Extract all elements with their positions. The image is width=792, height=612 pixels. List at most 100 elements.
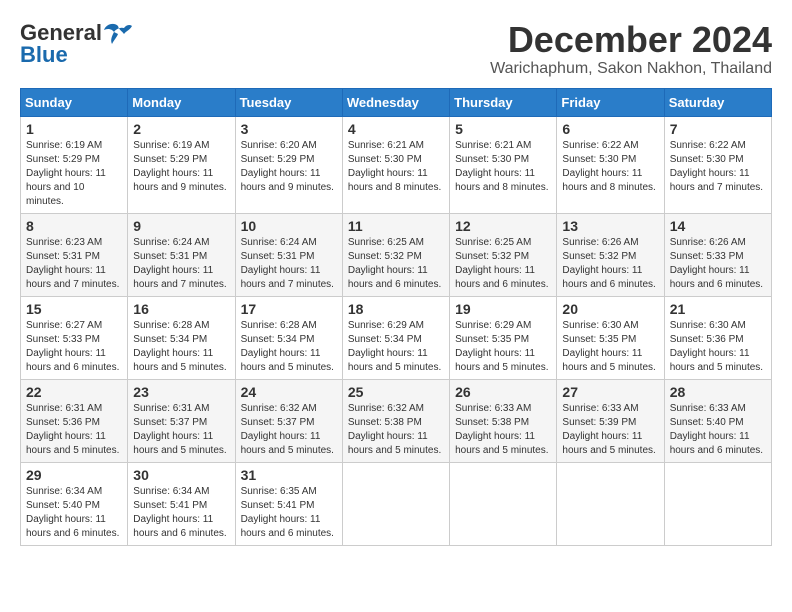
day-info: Sunrise: 6:30 AM Sunset: 5:35 PM Dayligh… <box>562 319 658 375</box>
sunrise-label: Sunrise: 6:21 AM <box>455 140 531 151</box>
sunset-label: Sunset: 5:38 PM <box>455 417 529 428</box>
sunset-label: Sunset: 5:29 PM <box>241 154 315 165</box>
day-number: 10 <box>241 218 337 234</box>
day-info: Sunrise: 6:24 AM Sunset: 5:31 PM Dayligh… <box>241 236 337 292</box>
day-info: Sunrise: 6:33 AM Sunset: 5:38 PM Dayligh… <box>455 402 551 458</box>
sunset-label: Sunset: 5:37 PM <box>241 417 315 428</box>
table-row: 2 Sunrise: 6:19 AM Sunset: 5:29 PM Dayli… <box>128 116 235 213</box>
day-info: Sunrise: 6:20 AM Sunset: 5:29 PM Dayligh… <box>241 139 337 195</box>
table-row: 13 Sunrise: 6:26 AM Sunset: 5:32 PM Dayl… <box>557 213 664 296</box>
daylight-label: Daylight hours: 11 hours and 6 minutes. <box>562 265 655 290</box>
sunrise-label: Sunrise: 6:31 AM <box>26 403 102 414</box>
sunrise-label: Sunrise: 6:25 AM <box>348 237 424 248</box>
sunrise-label: Sunrise: 6:24 AM <box>133 237 209 248</box>
sunset-label: Sunset: 5:38 PM <box>348 417 422 428</box>
header-tuesday: Tuesday <box>235 88 342 116</box>
daylight-label: Daylight hours: 11 hours and 6 minutes. <box>133 514 226 539</box>
table-row: 24 Sunrise: 6:32 AM Sunset: 5:37 PM Dayl… <box>235 379 342 462</box>
table-row <box>450 462 557 545</box>
sunrise-label: Sunrise: 6:34 AM <box>133 486 209 497</box>
sunset-label: Sunset: 5:29 PM <box>133 154 207 165</box>
daylight-label: Daylight hours: 11 hours and 6 minutes. <box>241 514 334 539</box>
daylight-label: Daylight hours: 11 hours and 6 minutes. <box>348 265 441 290</box>
day-number: 3 <box>241 121 337 137</box>
table-row: 11 Sunrise: 6:25 AM Sunset: 5:32 PM Dayl… <box>342 213 449 296</box>
sunset-label: Sunset: 5:34 PM <box>133 334 207 345</box>
logo-blue-text: Blue <box>20 42 68 68</box>
day-info: Sunrise: 6:21 AM Sunset: 5:30 PM Dayligh… <box>348 139 444 195</box>
day-info: Sunrise: 6:33 AM Sunset: 5:40 PM Dayligh… <box>670 402 766 458</box>
sunrise-label: Sunrise: 6:25 AM <box>455 237 531 248</box>
daylight-label: Daylight hours: 11 hours and 8 minutes. <box>455 168 548 193</box>
day-info: Sunrise: 6:19 AM Sunset: 5:29 PM Dayligh… <box>26 139 122 209</box>
daylight-label: Daylight hours: 11 hours and 5 minutes. <box>133 431 226 456</box>
day-info: Sunrise: 6:24 AM Sunset: 5:31 PM Dayligh… <box>133 236 229 292</box>
day-number: 16 <box>133 301 229 317</box>
day-number: 2 <box>133 121 229 137</box>
sunset-label: Sunset: 5:36 PM <box>670 334 744 345</box>
daylight-label: Daylight hours: 11 hours and 10 minutes. <box>26 168 106 207</box>
sunrise-label: Sunrise: 6:27 AM <box>26 320 102 331</box>
day-info: Sunrise: 6:25 AM Sunset: 5:32 PM Dayligh… <box>455 236 551 292</box>
day-info: Sunrise: 6:26 AM Sunset: 5:32 PM Dayligh… <box>562 236 658 292</box>
table-row: 12 Sunrise: 6:25 AM Sunset: 5:32 PM Dayl… <box>450 213 557 296</box>
sunset-label: Sunset: 5:41 PM <box>241 500 315 511</box>
day-number: 18 <box>348 301 444 317</box>
table-row: 10 Sunrise: 6:24 AM Sunset: 5:31 PM Dayl… <box>235 213 342 296</box>
sunrise-label: Sunrise: 6:33 AM <box>670 403 746 414</box>
header-saturday: Saturday <box>664 88 771 116</box>
sunset-label: Sunset: 5:37 PM <box>133 417 207 428</box>
sunrise-label: Sunrise: 6:19 AM <box>133 140 209 151</box>
calendar-table: Sunday Monday Tuesday Wednesday Thursday… <box>20 88 772 546</box>
sunset-label: Sunset: 5:34 PM <box>348 334 422 345</box>
day-number: 29 <box>26 467 122 483</box>
weekday-header-row: Sunday Monday Tuesday Wednesday Thursday… <box>21 88 772 116</box>
table-row: 19 Sunrise: 6:29 AM Sunset: 5:35 PM Dayl… <box>450 296 557 379</box>
daylight-label: Daylight hours: 11 hours and 7 minutes. <box>241 265 334 290</box>
sunset-label: Sunset: 5:33 PM <box>670 251 744 262</box>
daylight-label: Daylight hours: 11 hours and 6 minutes. <box>670 265 763 290</box>
day-number: 12 <box>455 218 551 234</box>
table-row: 23 Sunrise: 6:31 AM Sunset: 5:37 PM Dayl… <box>128 379 235 462</box>
day-info: Sunrise: 6:32 AM Sunset: 5:38 PM Dayligh… <box>348 402 444 458</box>
table-row: 7 Sunrise: 6:22 AM Sunset: 5:30 PM Dayli… <box>664 116 771 213</box>
sunset-label: Sunset: 5:29 PM <box>26 154 100 165</box>
table-row: 14 Sunrise: 6:26 AM Sunset: 5:33 PM Dayl… <box>664 213 771 296</box>
title-section: December 2024 Warichaphum, Sakon Nakhon,… <box>490 20 772 78</box>
day-number: 15 <box>26 301 122 317</box>
day-number: 17 <box>241 301 337 317</box>
day-info: Sunrise: 6:31 AM Sunset: 5:36 PM Dayligh… <box>26 402 122 458</box>
sunset-label: Sunset: 5:40 PM <box>670 417 744 428</box>
daylight-label: Daylight hours: 11 hours and 6 minutes. <box>26 514 119 539</box>
table-row: 20 Sunrise: 6:30 AM Sunset: 5:35 PM Dayl… <box>557 296 664 379</box>
calendar-week-row: 8 Sunrise: 6:23 AM Sunset: 5:31 PM Dayli… <box>21 213 772 296</box>
day-number: 11 <box>348 218 444 234</box>
sunset-label: Sunset: 5:30 PM <box>670 154 744 165</box>
daylight-label: Daylight hours: 11 hours and 5 minutes. <box>241 348 334 373</box>
daylight-label: Daylight hours: 11 hours and 5 minutes. <box>26 431 119 456</box>
location-subtitle: Warichaphum, Sakon Nakhon, Thailand <box>490 60 772 78</box>
table-row: 5 Sunrise: 6:21 AM Sunset: 5:30 PM Dayli… <box>450 116 557 213</box>
day-info: Sunrise: 6:34 AM Sunset: 5:40 PM Dayligh… <box>26 485 122 541</box>
header-friday: Friday <box>557 88 664 116</box>
table-row: 4 Sunrise: 6:21 AM Sunset: 5:30 PM Dayli… <box>342 116 449 213</box>
day-number: 31 <box>241 467 337 483</box>
daylight-label: Daylight hours: 11 hours and 6 minutes. <box>26 348 119 373</box>
sunset-label: Sunset: 5:30 PM <box>348 154 422 165</box>
day-info: Sunrise: 6:26 AM Sunset: 5:33 PM Dayligh… <box>670 236 766 292</box>
day-number: 21 <box>670 301 766 317</box>
table-row: 22 Sunrise: 6:31 AM Sunset: 5:36 PM Dayl… <box>21 379 128 462</box>
logo-bird-icon <box>104 22 132 44</box>
day-number: 8 <box>26 218 122 234</box>
day-number: 14 <box>670 218 766 234</box>
sunset-label: Sunset: 5:31 PM <box>133 251 207 262</box>
sunrise-label: Sunrise: 6:26 AM <box>562 237 638 248</box>
daylight-label: Daylight hours: 11 hours and 5 minutes. <box>562 431 655 456</box>
day-number: 28 <box>670 384 766 400</box>
calendar-week-row: 1 Sunrise: 6:19 AM Sunset: 5:29 PM Dayli… <box>21 116 772 213</box>
day-info: Sunrise: 6:25 AM Sunset: 5:32 PM Dayligh… <box>348 236 444 292</box>
table-row: 27 Sunrise: 6:33 AM Sunset: 5:39 PM Dayl… <box>557 379 664 462</box>
day-number: 22 <box>26 384 122 400</box>
sunset-label: Sunset: 5:32 PM <box>455 251 529 262</box>
sunrise-label: Sunrise: 6:30 AM <box>670 320 746 331</box>
